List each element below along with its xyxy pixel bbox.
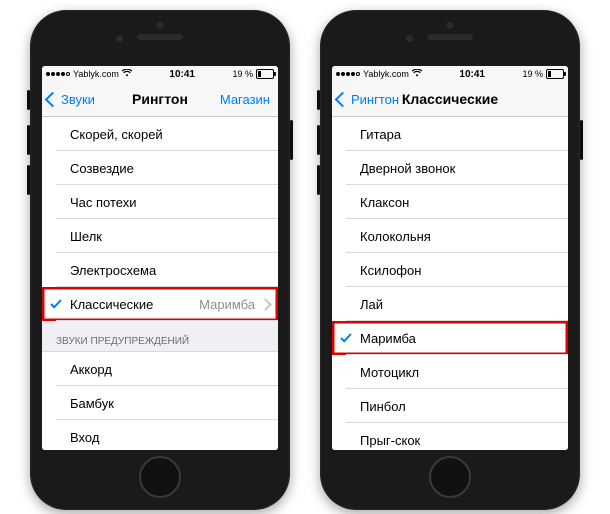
phone-left: Yablyk.com 10:41 19 % Звуки Рингтон Мага…	[30, 10, 290, 510]
battery-percent: 19 %	[523, 69, 544, 79]
signal-icon	[46, 72, 70, 76]
list-item[interactable]: Пинбол	[332, 389, 568, 423]
battery-icon	[256, 69, 274, 79]
mute-switch	[317, 90, 320, 110]
bezel-top	[30, 10, 290, 66]
battery-icon	[546, 69, 564, 79]
front-camera	[406, 35, 413, 42]
list-item-label: Скорей, скорей	[70, 127, 163, 142]
list-item-label: Созвездие	[70, 161, 134, 176]
list-item-detail: Маримба	[199, 297, 255, 312]
list-item-label: Мотоцикл	[360, 365, 419, 380]
battery-percent: 19 %	[233, 69, 254, 79]
list-item[interactable]: Классические Маримба	[42, 287, 278, 321]
list-item-label: Дверной звонок	[360, 161, 455, 176]
list-item[interactable]: Дверной звонок	[332, 151, 568, 185]
list-item-label: Бамбук	[70, 396, 114, 411]
back-label: Рингтон	[351, 92, 399, 107]
sensor	[157, 22, 164, 29]
sensor	[447, 22, 454, 29]
list-item[interactable]: Электросхема	[42, 253, 278, 287]
signal-icon	[336, 72, 360, 76]
home-button[interactable]	[139, 456, 181, 498]
list-item-label: Классические	[70, 297, 153, 312]
list-item-label: Час потехи	[70, 195, 137, 210]
volume-up-button	[27, 125, 30, 155]
bezel-top	[320, 10, 580, 66]
clock: 10:41	[459, 69, 485, 80]
clock: 10:41	[169, 69, 195, 80]
chevron-left-icon	[45, 91, 61, 107]
mute-switch	[27, 90, 30, 110]
nav-bar: Рингтон Классические	[332, 82, 568, 117]
list-item-label: Гитара	[360, 127, 401, 142]
list-item[interactable]: Лай	[332, 287, 568, 321]
settings-list[interactable]: Гитара Дверной звонок Клаксон Колокольня Кси…	[332, 117, 568, 450]
screen: Yablyk.com 10:41 19 % Звуки Рингтон Мага…	[42, 66, 278, 450]
list-item-label: Пинбол	[360, 399, 406, 414]
checkmark-icon	[340, 332, 352, 344]
ear-speaker	[427, 34, 473, 40]
ear-speaker	[137, 34, 183, 40]
checkmark-icon	[50, 298, 62, 310]
list-item[interactable]: Гитара	[332, 117, 568, 151]
volume-up-button	[317, 125, 320, 155]
carrier-label: Yablyk.com	[363, 69, 409, 79]
list-item[interactable]: Час потехи	[42, 185, 278, 219]
screen: Yablyk.com 10:41 19 % Рингтон Классическ…	[332, 66, 568, 450]
list-item-label: Прыг-скок	[360, 433, 420, 448]
volume-down-button	[27, 165, 30, 195]
list-item-label: Клаксон	[360, 195, 409, 210]
list-item-label: Лай	[360, 297, 383, 312]
back-button[interactable]: Звуки	[42, 92, 95, 107]
list-item-label: Маримба	[360, 331, 416, 346]
list-item[interactable]: Скорей, скорей	[42, 117, 278, 151]
list-item[interactable]: Прыг-скок	[332, 423, 568, 450]
nav-bar: Звуки Рингтон Магазин	[42, 82, 278, 117]
status-bar: Yablyk.com 10:41 19 %	[332, 66, 568, 82]
list-item[interactable]: Созвездие	[42, 151, 278, 185]
section-header: ЗВУКИ ПРЕДУПРЕЖДЕНИЙ	[42, 321, 278, 351]
list-item-label: Вход	[70, 430, 99, 445]
list-item-label: Ксилофон	[360, 263, 421, 278]
list-item-label: Аккорд	[70, 362, 112, 377]
list-item-label: Колокольня	[360, 229, 431, 244]
chevron-left-icon	[335, 91, 351, 107]
list-item[interactable]: Колокольня	[332, 219, 568, 253]
list-item-label: Шелк	[70, 229, 102, 244]
list-item[interactable]: Шелк	[42, 219, 278, 253]
power-button	[580, 120, 583, 160]
wifi-icon	[122, 69, 132, 79]
carrier-label: Yablyk.com	[73, 69, 119, 79]
list-item[interactable]: Ксилофон	[332, 253, 568, 287]
list-item[interactable]: Мотоцикл	[332, 355, 568, 389]
list-item[interactable]: Клаксон	[332, 185, 568, 219]
home-button[interactable]	[429, 456, 471, 498]
store-button[interactable]: Магазин	[220, 92, 278, 107]
phone-right: Yablyk.com 10:41 19 % Рингтон Классическ…	[320, 10, 580, 510]
list-item-label: Электросхема	[70, 263, 156, 278]
back-label: Звуки	[61, 92, 95, 107]
power-button	[290, 120, 293, 160]
chevron-right-icon	[259, 298, 272, 311]
status-bar: Yablyk.com 10:41 19 %	[42, 66, 278, 82]
wifi-icon	[412, 69, 422, 79]
back-button[interactable]: Рингтон	[332, 92, 399, 107]
list-item[interactable]: Маримба	[332, 321, 568, 355]
front-camera	[116, 35, 123, 42]
settings-list[interactable]: Скорей, скорей Созвездие Час потехи Шелк Эле…	[42, 117, 278, 450]
list-item[interactable]: Аккорд	[42, 352, 278, 386]
volume-down-button	[317, 165, 320, 195]
list-item[interactable]: Вход	[42, 420, 278, 450]
list-item[interactable]: Бамбук	[42, 386, 278, 420]
